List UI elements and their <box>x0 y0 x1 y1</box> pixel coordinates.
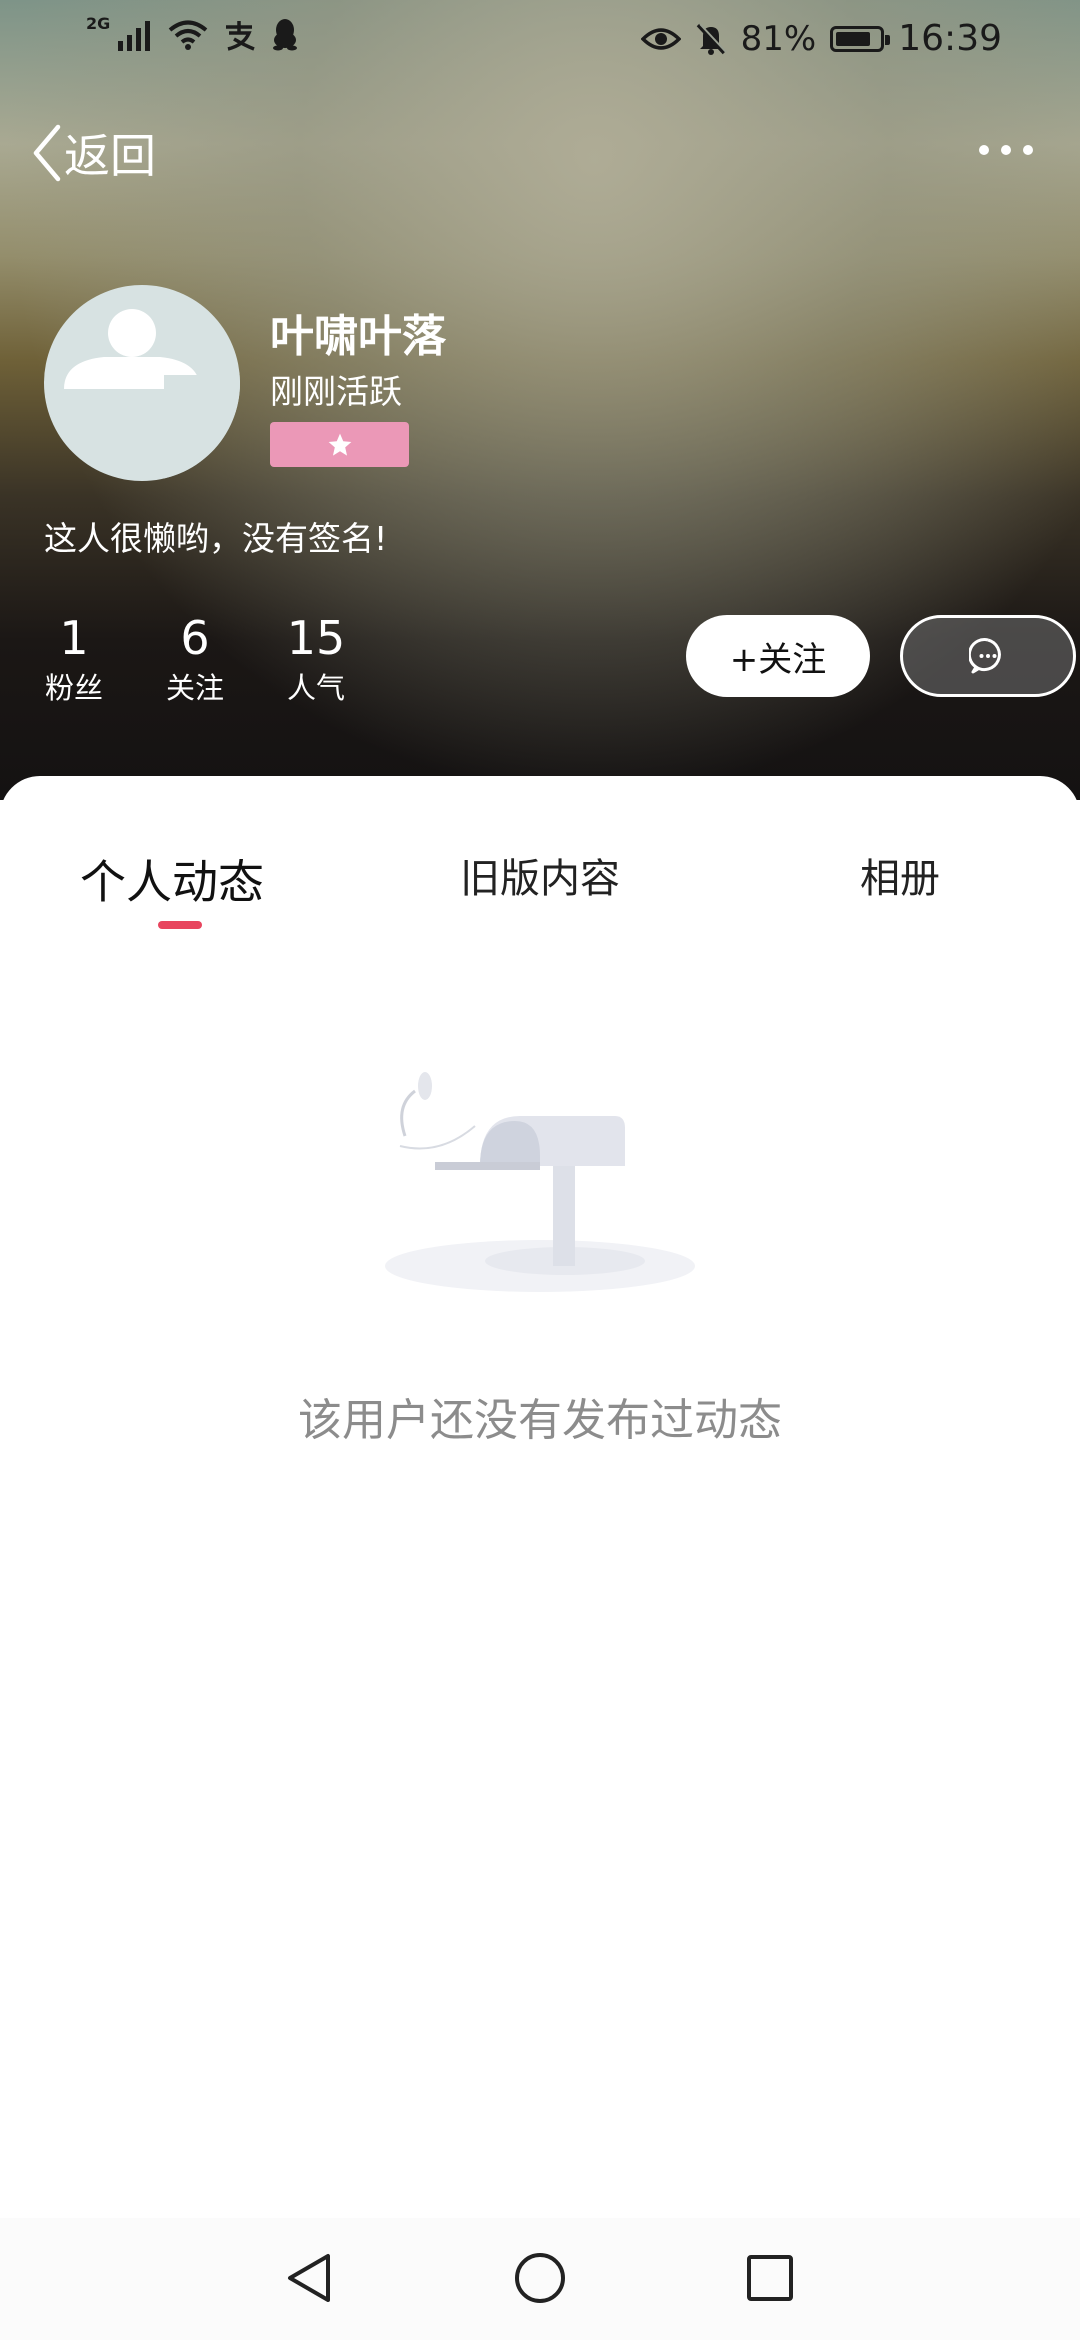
stat-fans-value: 1 <box>59 611 89 665</box>
avatar-image-fragment <box>164 375 240 481</box>
chat-bubble-icon <box>969 638 1001 674</box>
avatar[interactable] <box>44 285 240 481</box>
eye-icon <box>640 27 681 50</box>
tab-personal-feed[interactable]: 个人动态 <box>80 846 264 912</box>
triangle-back-icon <box>288 2254 330 2302</box>
stat-fans-label: 粉丝 <box>44 671 103 705</box>
stat-following-label: 关注 <box>165 671 224 705</box>
follow-button[interactable]: +关注 <box>686 615 870 697</box>
qq-penguin-icon <box>273 19 298 51</box>
status-bar: 2G 81% 16:39 <box>0 0 1080 80</box>
wifi-icon <box>168 20 208 50</box>
chevron-left-icon <box>33 124 61 182</box>
battery-fill <box>836 31 871 46</box>
stat-popularity[interactable]: 15 人气 <box>256 610 376 708</box>
circle-home-icon <box>515 2253 565 2303</box>
mute-bell-icon <box>696 22 727 55</box>
top-nav: 返回 <box>0 110 1080 190</box>
active-tab-indicator <box>158 921 202 929</box>
stat-popularity-value: 15 <box>286 611 346 665</box>
vip-badge[interactable] <box>270 422 409 467</box>
more-dots-icon <box>979 145 1033 155</box>
status-right-group: 81% 16:39 <box>640 18 1002 59</box>
square-recents-icon <box>747 2255 793 2301</box>
signal-icon <box>118 21 151 51</box>
message-button[interactable] <box>900 615 1076 697</box>
signature: 这人很懒哟，没有签名! <box>44 519 388 558</box>
empty-state-message: 该用户还没有发布过动态 <box>298 1395 782 1446</box>
battery-percent: 81% <box>740 18 817 59</box>
back-label: 返回 <box>64 129 156 183</box>
battery-icon <box>830 25 891 52</box>
network-type-label: 2G <box>86 13 111 33</box>
username: 叶啸叶落 <box>270 311 446 362</box>
status-left-group: 2G <box>86 14 300 52</box>
empty-mailbox-illustration <box>385 1072 695 1292</box>
active-status: 刚刚活跃 <box>270 372 402 411</box>
star-icon <box>328 433 351 456</box>
more-options-button[interactable] <box>976 130 1036 170</box>
content-card: 个人动态 旧版内容 相册 该用户还没有发布过动态 <box>0 776 1080 2340</box>
system-nav-bar <box>0 2218 1080 2340</box>
tab-legacy-content[interactable]: 旧版内容 <box>460 846 620 904</box>
status-time: 16:39 <box>898 18 1002 59</box>
stat-following-value: 6 <box>180 611 210 665</box>
stat-fans[interactable]: 1 粉丝 <box>14 610 134 708</box>
stat-popularity-label: 人气 <box>286 671 345 705</box>
stat-following[interactable]: 6 关注 <box>135 610 255 708</box>
nav-recents-button[interactable] <box>740 2248 800 2308</box>
nav-back-button[interactable] <box>280 2248 340 2308</box>
profile-header: 2G 81% 16:39 返回 叶啸叶落 刚刚活跃 这人很懒哟，没有签名! 1 … <box>0 0 1080 800</box>
alipay-icon <box>226 21 255 51</box>
nav-home-button[interactable] <box>510 2248 570 2308</box>
back-button[interactable]: 返回 <box>30 120 156 186</box>
tab-album[interactable]: 相册 <box>860 846 940 904</box>
